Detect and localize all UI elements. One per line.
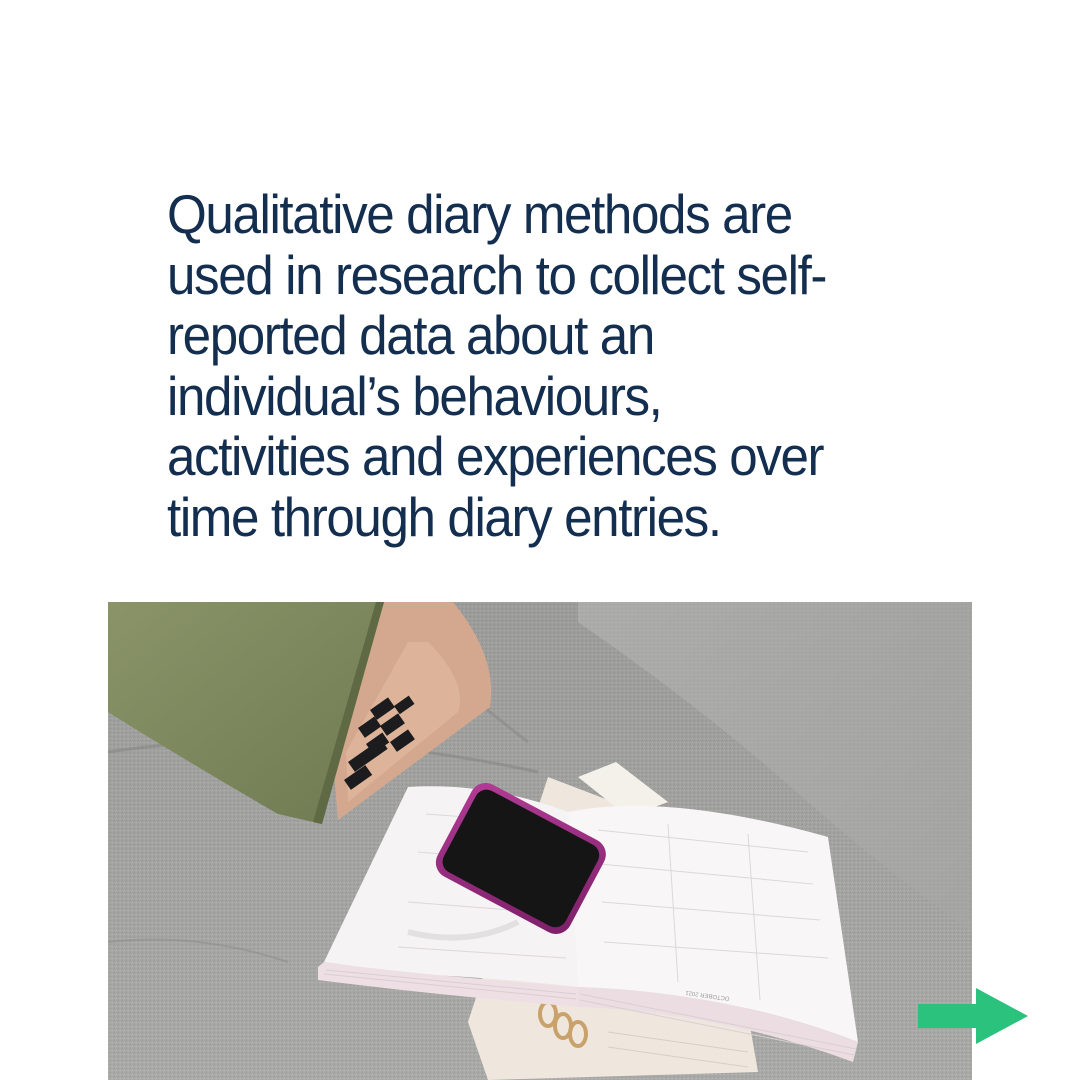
headline-line: used in research to collect self- (167, 243, 827, 306)
headline-line: individual’s behaviours, (167, 364, 663, 427)
headline-line: time through diary entries. (167, 485, 722, 548)
headline-line: Qualitative diary methods are (167, 183, 793, 245)
headline-line: reported data about an (167, 304, 655, 366)
headline-line: activities and experiences over (167, 425, 825, 487)
next-slide-button[interactable] (918, 988, 1028, 1044)
diary-photo: OCTOBER 2021 (108, 602, 972, 1080)
headline-text: Qualitative diary methods are used in re… (167, 184, 874, 547)
arrow-right-icon (918, 988, 1028, 1044)
slide: Qualitative diary methods are used in re… (0, 0, 1080, 1080)
